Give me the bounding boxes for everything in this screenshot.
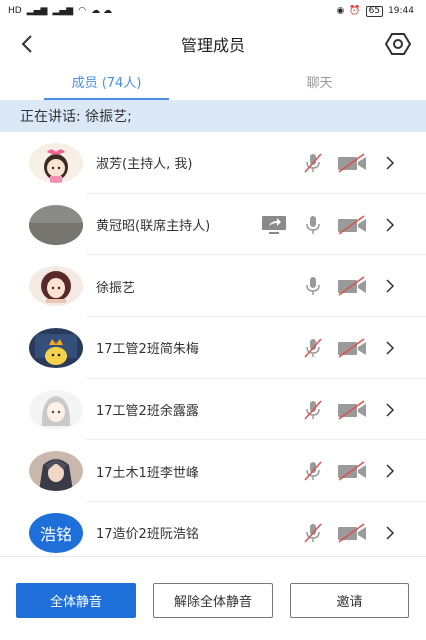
hd-indicator: HD bbox=[8, 5, 22, 16]
avatar: 浩铭 bbox=[29, 512, 83, 553]
nav-bar: 管理成员 bbox=[0, 22, 426, 66]
battery-indicator: 65 bbox=[365, 5, 384, 17]
settings-button[interactable] bbox=[384, 31, 412, 57]
tab-chat[interactable]: 聊天 bbox=[213, 66, 426, 100]
mic-icon[interactable] bbox=[302, 214, 324, 236]
tab-members[interactable]: 成员 (74人) bbox=[0, 66, 213, 100]
member-row[interactable]: 淑芳(主持人, 我) bbox=[0, 132, 426, 194]
back-button[interactable] bbox=[16, 32, 40, 56]
member-name: 17土木1班李世峰 bbox=[96, 465, 199, 481]
clock: 19:44 bbox=[388, 5, 414, 16]
chevron-right-icon bbox=[386, 526, 395, 540]
member-row[interactable]: 黄冠昭(联席主持人) bbox=[0, 194, 426, 256]
member-row[interactable]: 浩铭 17造价2班阮浩铭 bbox=[0, 502, 426, 556]
mic-muted-icon[interactable] bbox=[302, 152, 324, 174]
member-name: 17工管2班简朱梅 bbox=[96, 342, 199, 358]
avatar bbox=[29, 327, 83, 368]
chevron-right-icon bbox=[386, 341, 395, 355]
member-row[interactable]: 17土木1班李世峰 bbox=[0, 440, 426, 502]
app-notification-icon: ☁ ☁ bbox=[91, 5, 112, 16]
camera-off-icon[interactable] bbox=[337, 153, 367, 173]
avatar bbox=[29, 389, 83, 430]
wifi-icon: ◠ bbox=[78, 5, 87, 16]
member-row[interactable]: 徐振艺 bbox=[0, 255, 426, 317]
camera-off-icon[interactable] bbox=[337, 276, 367, 296]
chevron-right-icon bbox=[386, 464, 395, 478]
avatar bbox=[29, 451, 83, 492]
avatar bbox=[29, 204, 83, 245]
eye-icon: ◉ bbox=[336, 5, 345, 16]
status-right: ◉ ⏰ 65 19:44 bbox=[336, 5, 414, 17]
avatar bbox=[29, 142, 83, 183]
member-row[interactable]: 17工管2班简朱梅 bbox=[0, 317, 426, 379]
speaking-banner: 正在讲话: 徐振艺; bbox=[0, 100, 426, 132]
alarm-icon: ⏰ bbox=[349, 5, 361, 16]
signal-icon: ▂▄▆ bbox=[26, 5, 48, 16]
chevron-left-icon bbox=[21, 35, 32, 53]
status-left: HD ▂▄▆ ▂▄▆ ◠ ☁ ☁ bbox=[8, 5, 112, 16]
status-bar: HD ▂▄▆ ▂▄▆ ◠ ☁ ☁ ◉ ⏰ 65 19:44 bbox=[0, 0, 426, 22]
signal-icon-2: ▂▄▆ bbox=[52, 5, 74, 16]
member-row[interactable]: 17工管2班余露露 bbox=[0, 379, 426, 441]
tab-bar: 成员 (74人) 聊天 bbox=[0, 66, 426, 100]
invite-button[interactable]: 邀请 bbox=[290, 583, 409, 618]
chevron-right-icon bbox=[386, 279, 395, 293]
member-name: 淑芳(主持人, 我) bbox=[96, 157, 193, 173]
bottom-action-bar: 全体静音 解除全体静音 邀请 bbox=[0, 556, 426, 640]
member-name: 徐振艺 bbox=[96, 280, 136, 296]
mic-icon[interactable] bbox=[302, 275, 324, 297]
mic-muted-icon[interactable] bbox=[302, 337, 324, 359]
chevron-right-icon bbox=[386, 218, 395, 232]
camera-off-icon[interactable] bbox=[337, 214, 367, 235]
chevron-right-icon bbox=[386, 156, 395, 170]
mute-all-button[interactable]: 全体静音 bbox=[16, 583, 136, 618]
mic-muted-icon[interactable] bbox=[302, 522, 324, 544]
member-name: 17工管2班余露露 bbox=[96, 404, 199, 420]
camera-off-icon[interactable] bbox=[337, 338, 367, 358]
chevron-right-icon bbox=[386, 403, 395, 417]
camera-off-icon[interactable] bbox=[337, 523, 367, 543]
screen-share-icon[interactable] bbox=[261, 215, 287, 235]
member-list: 淑芳(主持人, 我) 黄冠昭(联席主持人) 徐振艺 17工管2班简朱梅 17工管… bbox=[0, 132, 426, 556]
mic-muted-icon[interactable] bbox=[302, 460, 324, 482]
unmute-all-button[interactable]: 解除全体静音 bbox=[153, 583, 273, 618]
member-name: 黄冠昭(联席主持人) bbox=[96, 219, 211, 235]
page-title: 管理成员 bbox=[180, 36, 245, 55]
member-name: 17造价2班阮浩铭 bbox=[96, 527, 199, 543]
gear-icon bbox=[384, 33, 412, 55]
camera-off-icon[interactable] bbox=[337, 461, 367, 481]
avatar bbox=[29, 266, 83, 307]
camera-off-icon[interactable] bbox=[337, 399, 367, 420]
mic-muted-icon[interactable] bbox=[302, 399, 324, 421]
